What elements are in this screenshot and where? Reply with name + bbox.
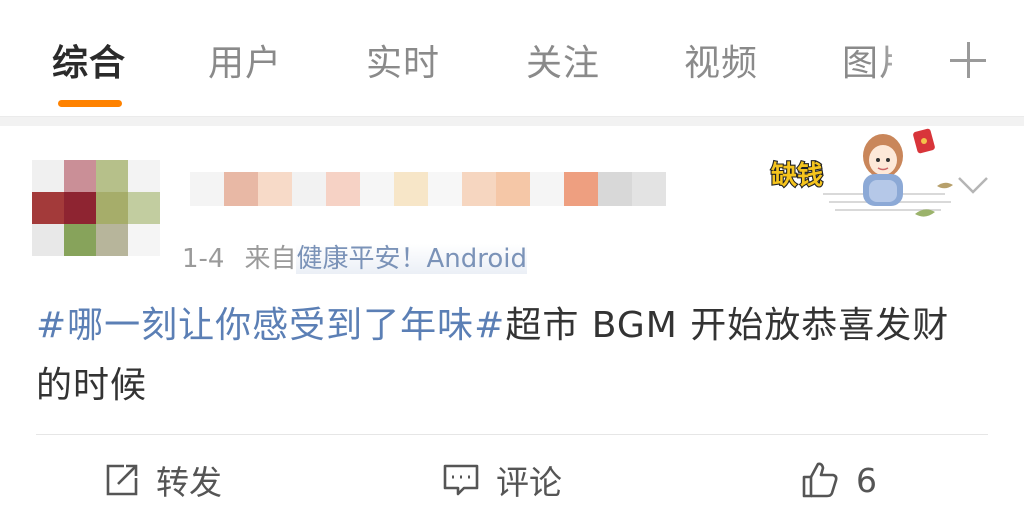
tab-following[interactable]: 关注 <box>526 34 600 86</box>
like-button[interactable]: 6 <box>800 458 877 502</box>
tab-realtime[interactable]: 实时 <box>366 34 440 86</box>
user-badge-image[interactable]: 缺钱 <box>765 124 955 224</box>
badge-text: 缺钱 <box>771 161 823 191</box>
chevron-down-icon[interactable] <box>955 170 991 200</box>
add-tab-icon[interactable] <box>946 38 990 82</box>
thumbs-up-icon <box>802 462 838 498</box>
post-time: 1-4 <box>182 244 225 274</box>
avatar[interactable] <box>32 160 162 270</box>
repost-button[interactable]: 转发 <box>104 458 222 502</box>
tab-users[interactable]: 用户 <box>208 34 282 86</box>
post-content: #哪一刻让你感受到了年味#超市 BGM 开始放恭喜发财的时候 <box>36 296 986 416</box>
comment-label: 评论 <box>496 463 562 502</box>
repost-icon <box>106 464 138 496</box>
tab-comprehensive[interactable]: 综合 <box>52 34 126 86</box>
search-tab-bar: 综合 用户 实时 关注 视频 图片 <box>0 0 1024 118</box>
action-divider <box>36 434 988 435</box>
repost-label: 转发 <box>156 463 222 502</box>
post-meta: 1-4 来自健康平安！Android <box>182 238 528 275</box>
post-source[interactable]: 健康平安！Android <box>296 244 528 274</box>
active-tab-indicator <box>58 100 122 107</box>
hashtag-link[interactable]: #哪一刻让你感受到了年味# <box>36 305 505 346</box>
comment-button[interactable]: 评论 <box>442 458 562 502</box>
username-redacted[interactable] <box>190 172 666 206</box>
comment-icon <box>443 464 479 496</box>
tab-overflow-fade <box>880 30 940 90</box>
source-prefix: 来自 <box>244 244 297 274</box>
tab-videos[interactable]: 视频 <box>684 34 758 86</box>
like-count: 6 <box>856 460 877 500</box>
